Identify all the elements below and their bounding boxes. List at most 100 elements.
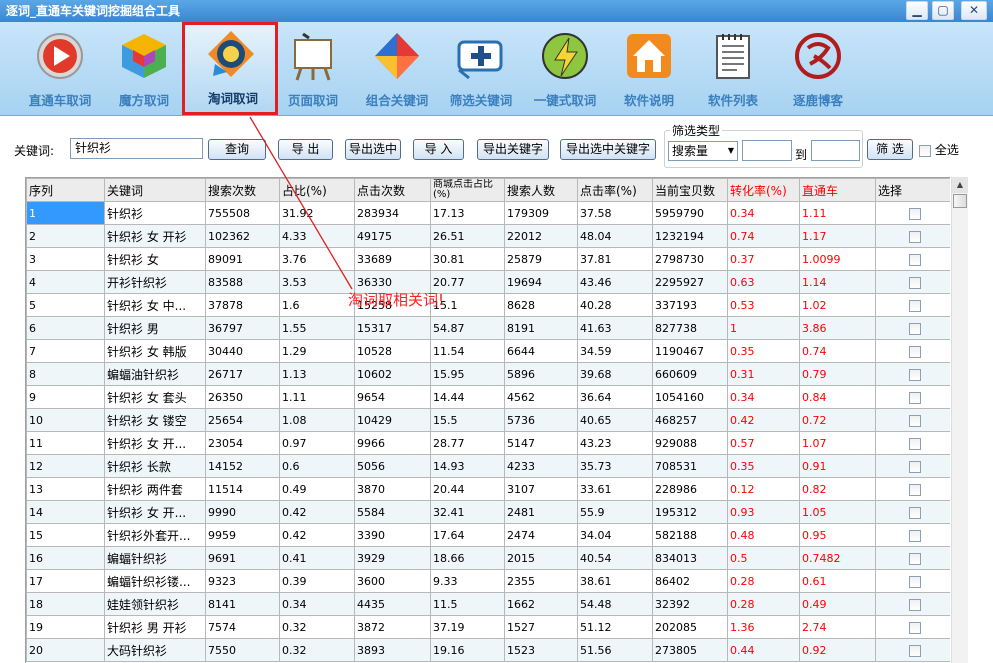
table-row[interactable]: 19 针织衫 男 开衫 7574 0.32 3872 37.19 1527 51.12 2020… xyxy=(26,615,950,639)
row-checkbox[interactable] xyxy=(908,414,921,427)
row-checkbox[interactable] xyxy=(908,598,921,611)
table-cell: 0.37 xyxy=(727,247,800,271)
table-row[interactable]: 6 针织衫 男 36797 1.55 15317 54.87 8191 41.63 827738… xyxy=(26,316,950,340)
row-checkbox[interactable] xyxy=(908,644,921,657)
scroll-up-icon[interactable]: ▲ xyxy=(952,177,968,193)
filter-type-select[interactable]: 搜索量 ▼ xyxy=(668,141,738,161)
scroll-thumb[interactable] xyxy=(953,194,967,208)
table-cell: 2481 xyxy=(504,500,578,524)
toolbar-item-ztc[interactable]: 直通车取词 xyxy=(16,24,104,112)
table-cell: 3107 xyxy=(504,477,578,501)
column-header[interactable]: 序列 xyxy=(26,178,105,202)
select-all-checkbox[interactable]: 全选 xyxy=(919,141,959,158)
export-selected-keywords-button[interactable]: 导出选中关键字 xyxy=(560,139,656,160)
import-button[interactable]: 导 入 xyxy=(413,139,464,160)
table-cell: 0.7482 xyxy=(799,546,876,570)
row-checkbox[interactable] xyxy=(908,322,921,335)
vertical-scrollbar[interactable]: ▲ xyxy=(951,177,968,663)
column-header[interactable]: 点击次数 xyxy=(354,178,431,202)
table-row[interactable]: 1 针织衫 755508 31.92 283934 17.13 179309 37.58 595… xyxy=(26,201,950,225)
filter-max-input[interactable] xyxy=(811,140,860,161)
table-cell: 0.53 xyxy=(727,293,800,317)
row-checkbox[interactable] xyxy=(908,345,921,358)
table-row[interactable]: 3 针织衫 女 89091 3.76 33689 30.81 25879 37.81 27987… xyxy=(26,247,950,271)
table-cell: 1.02 xyxy=(799,293,876,317)
row-select-cell xyxy=(875,224,950,248)
table-cell: 3893 xyxy=(354,638,431,662)
row-checkbox[interactable] xyxy=(908,253,921,266)
table-row[interactable]: 15 针织衫外套开... 9959 0.42 3390 17.64 2474 34.04 582… xyxy=(26,523,950,547)
close-button[interactable]: ✕ xyxy=(961,1,987,20)
table-row[interactable]: 10 针织衫 女 镂空 25654 1.08 10429 15.5 5736 40.65 468… xyxy=(26,408,950,432)
table-row[interactable]: 8 蝙蝠油针织衫 26717 1.13 10602 15.95 5896 39.68 66060… xyxy=(26,362,950,386)
table-row[interactable]: 5 针织衫 女 中... 37878 1.6 15258 15.1 8628 40.28 337… xyxy=(26,293,950,317)
column-header[interactable]: 转化率(%) xyxy=(727,178,800,202)
column-header[interactable]: 搜索次数 xyxy=(205,178,280,202)
table-row[interactable]: 14 针织衫 女 开... 9990 0.42 5584 32.41 2481 55.9 195… xyxy=(26,500,950,524)
column-header[interactable]: 搜索人数 xyxy=(504,178,578,202)
table-row[interactable]: 4 开衫针织衫 83588 3.53 36330 20.77 19694 43.46 22959… xyxy=(26,270,950,294)
maximize-button[interactable]: ▢ xyxy=(932,1,954,20)
toolbar-label: 逐鹿博客 xyxy=(792,93,843,108)
table-cell: 37.19 xyxy=(430,615,505,639)
table-row[interactable]: 2 针织衫 女 开衫 102362 4.33 49175 26.51 22012 48.04 1… xyxy=(26,224,950,248)
toolbar-item-zuhe[interactable]: 组合关键词 xyxy=(353,24,441,112)
row-checkbox[interactable] xyxy=(908,529,921,542)
table-row[interactable]: 18 娃娃领针织衫 8141 0.34 4435 11.5 1662 54.48 32392 0.… xyxy=(26,592,950,616)
column-header[interactable]: 商城点击占比(%) xyxy=(430,178,505,202)
table-row[interactable]: 7 针织衫 女 韩版 30440 1.29 10528 11.54 6644 34.59 119… xyxy=(26,339,950,363)
filter-min-input[interactable] xyxy=(742,140,792,161)
column-header[interactable]: 关键词 xyxy=(104,178,206,202)
table-row[interactable]: 9 针织衫 女 套头 26350 1.11 9654 14.44 4562 36.64 1054… xyxy=(26,385,950,409)
row-checkbox[interactable] xyxy=(908,391,921,404)
row-select-cell xyxy=(875,362,950,386)
toolbar-item-liebiao[interactable]: 软件列表 xyxy=(689,24,777,112)
home-icon xyxy=(627,34,671,78)
table-cell: 37.81 xyxy=(577,247,653,271)
row-checkbox[interactable] xyxy=(908,230,921,243)
row-checkbox[interactable] xyxy=(908,460,921,473)
table-cell: 16 xyxy=(26,546,105,570)
query-button[interactable]: 查询 xyxy=(208,139,266,160)
column-header[interactable]: 占比(%) xyxy=(279,178,355,202)
filter-button[interactable]: 筛 选 xyxy=(867,139,913,160)
row-checkbox[interactable] xyxy=(908,483,921,496)
export-keywords-button[interactable]: 导出关键字 xyxy=(477,139,549,160)
table-row[interactable]: 20 大码针织衫 7550 0.32 3893 19.16 1523 51.56 273805 0… xyxy=(26,638,950,662)
checkbox[interactable] xyxy=(919,144,931,157)
table-row[interactable]: 11 针织衫 女 开... 23054 0.97 9966 28.77 5147 43.23 9… xyxy=(26,431,950,455)
keyword-input[interactable]: 针织衫 xyxy=(70,138,203,159)
toolbar-item-taoci[interactable]: 淘词取词 xyxy=(182,22,278,115)
table-row[interactable]: 13 针织衫 两件套 11514 0.49 3870 20.44 3107 33.61 2289… xyxy=(26,477,950,501)
export-selected-button[interactable]: 导出选中 xyxy=(345,139,401,160)
toolbar-item-shaixuan[interactable]: 筛选关键词 xyxy=(437,24,525,112)
column-header[interactable]: 选择 xyxy=(875,178,950,202)
row-checkbox[interactable] xyxy=(908,575,921,588)
table-row[interactable]: 17 蝙蝠针织衫镂... 9323 0.39 3600 9.33 2355 38.61 8640… xyxy=(26,569,950,593)
row-checkbox[interactable] xyxy=(908,506,921,519)
table-cell: 2474 xyxy=(504,523,578,547)
table-row[interactable]: 12 针织衫 长款 14152 0.6 5056 14.93 4233 35.73 708531… xyxy=(26,454,950,478)
table-row[interactable]: 16 蝙蝠针织衫 9691 0.41 3929 18.66 2015 40.54 834013 0… xyxy=(26,546,950,570)
row-checkbox[interactable] xyxy=(908,207,921,220)
row-checkbox[interactable] xyxy=(908,437,921,450)
export-button[interactable]: 导 出 xyxy=(278,139,333,160)
toolbar-item-boke[interactable]: 逐鹿博客 xyxy=(774,24,862,112)
row-checkbox[interactable] xyxy=(908,368,921,381)
toolbar-item-mofang[interactable]: 魔方取词 xyxy=(100,24,188,112)
toolbar-item-yemian[interactable]: 页面取词 xyxy=(269,24,357,112)
column-header[interactable]: 直通车 xyxy=(799,178,876,202)
row-checkbox[interactable] xyxy=(908,621,921,634)
table-cell: 10 xyxy=(26,408,105,432)
toolbar-item-yijian[interactable]: 一键式取词 xyxy=(521,24,609,112)
row-checkbox[interactable] xyxy=(908,552,921,565)
column-header[interactable]: 当前宝贝数 xyxy=(652,178,728,202)
table-cell: 17.64 xyxy=(430,523,505,547)
row-checkbox[interactable] xyxy=(908,299,921,312)
toolbar-item-shuoming[interactable]: 软件说明 xyxy=(605,24,693,112)
row-select-cell xyxy=(875,408,950,432)
row-checkbox[interactable] xyxy=(908,276,921,289)
table-cell: 23054 xyxy=(205,431,280,455)
column-header[interactable]: 点击率(%) xyxy=(577,178,653,202)
minimize-button[interactable]: ▁ xyxy=(906,1,928,20)
